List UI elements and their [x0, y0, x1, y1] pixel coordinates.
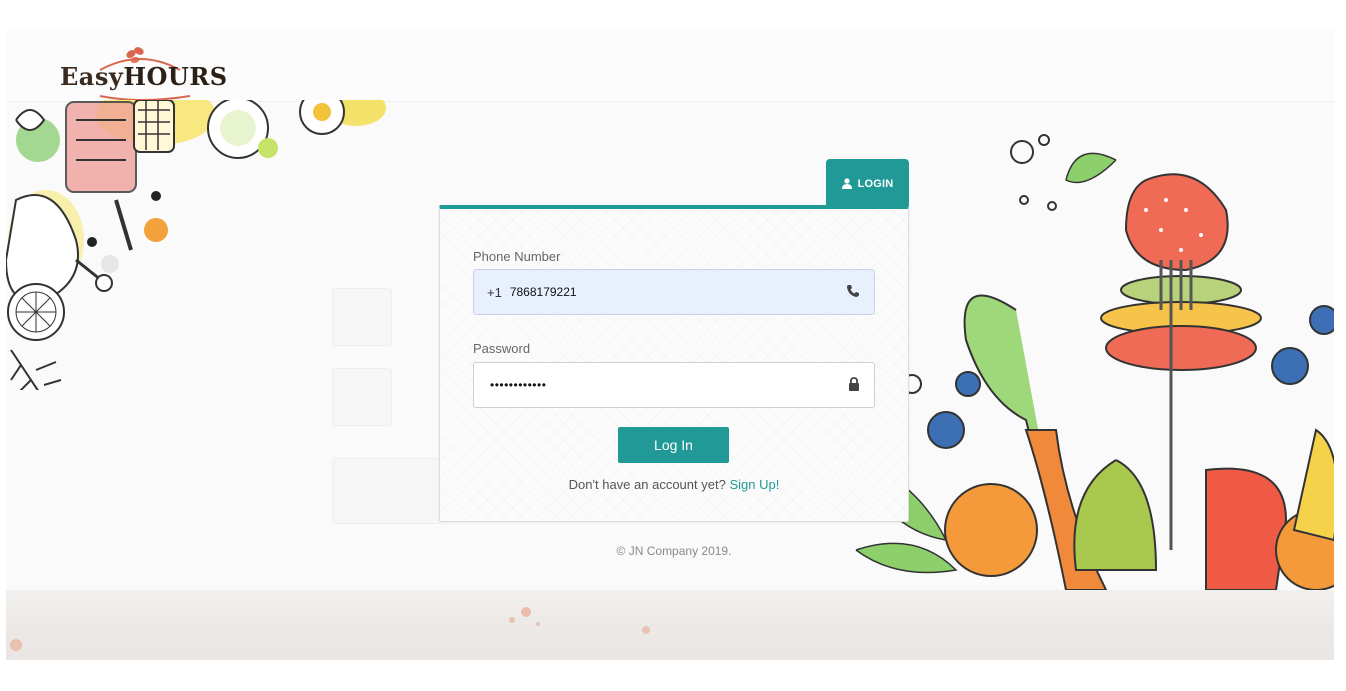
- login-card: Phone Number +1 7868179221 Password ••••…: [439, 205, 909, 522]
- phone-number-label: Phone Number: [473, 249, 561, 264]
- page: EasyHOURS LOGIN Phone Number +1 78681792…: [0, 0, 1346, 691]
- brand-name: EasyHOURS: [60, 62, 228, 91]
- password-field[interactable]: ••••••••••••: [473, 362, 875, 408]
- bottom-texture-band: [6, 590, 1334, 660]
- brand-logo[interactable]: EasyHOURS: [60, 40, 240, 100]
- login-button[interactable]: Log In: [618, 427, 729, 463]
- lock-icon: [849, 377, 859, 391]
- password-label: Password: [473, 341, 531, 356]
- password-value: ••••••••••••: [490, 378, 547, 392]
- signup-prompt: Don't have an account yet? Sign Up!: [440, 477, 908, 492]
- country-code[interactable]: +1: [487, 285, 502, 300]
- page-background: EasyHOURS LOGIN Phone Number +1 78681792…: [6, 30, 1334, 660]
- background-ghost-box: [332, 458, 442, 524]
- user-icon: [841, 178, 852, 189]
- copyright-text: © JN Company 2019.: [616, 544, 732, 558]
- signup-link[interactable]: Sign Up!: [729, 477, 779, 492]
- phone-icon: [847, 285, 859, 297]
- phone-number-field[interactable]: +1 7868179221: [473, 269, 875, 315]
- tab-login[interactable]: LOGIN: [826, 159, 909, 208]
- tab-login-label: LOGIN: [857, 177, 894, 190]
- phone-number-value: 7868179221: [509, 285, 577, 299]
- signup-prompt-text: Don't have an account yet?: [568, 477, 726, 492]
- header: EasyHOURS: [6, 30, 1334, 102]
- food-illustration-top-left: [6, 100, 386, 390]
- spice-dots-icon: [10, 607, 650, 651]
